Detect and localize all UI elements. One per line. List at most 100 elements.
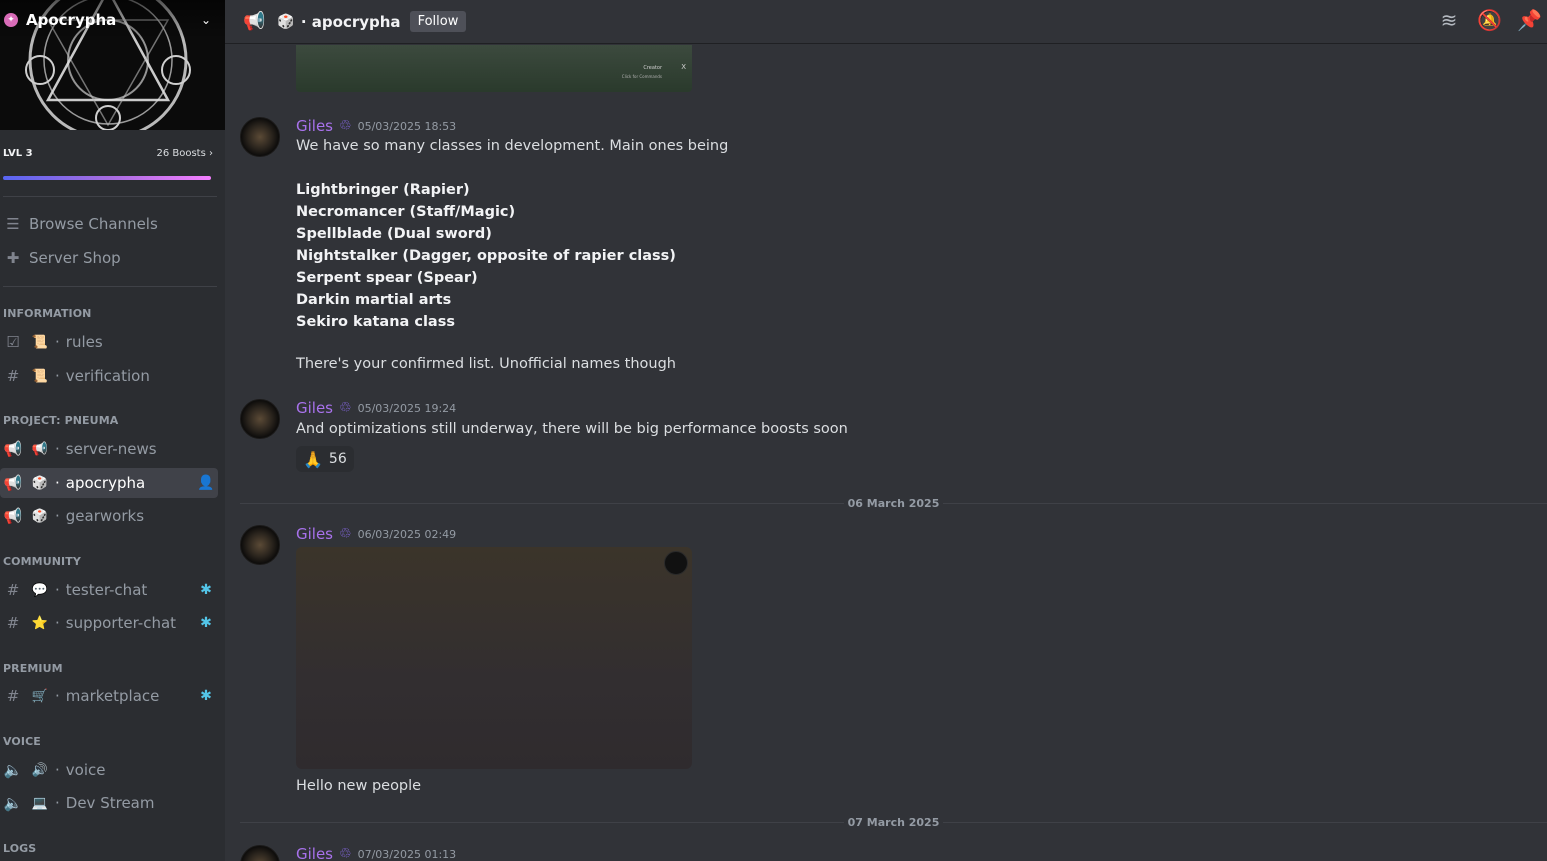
channel-apocrypha[interactable]: 📢 🎲 · apocrypha 👤 bbox=[0, 468, 218, 498]
pray-icon: 🙏 bbox=[303, 449, 323, 469]
channel-name: marketplace bbox=[65, 687, 160, 705]
speaker-icon: 🔈 bbox=[3, 794, 23, 812]
message-text: Hello new people bbox=[296, 778, 422, 794]
author-name[interactable]: Giles bbox=[296, 117, 333, 135]
new-activity-icon: ✱ bbox=[200, 688, 212, 704]
server-shop[interactable]: ✚ Server Shop bbox=[3, 243, 218, 273]
rules-channel-icon: ☑ bbox=[6, 333, 20, 351]
timestamp: 07/03/2025 01:13 bbox=[357, 847, 457, 861]
message-header: Giles ♲ 05/03/2025 19:24 bbox=[296, 399, 456, 417]
channel-name: rules bbox=[65, 333, 103, 351]
channel-name: tester-chat bbox=[65, 581, 148, 599]
channel-name: gearworks bbox=[65, 507, 145, 525]
discord-window: ✦ Apocrypha ⌄ LVL 3 26 Boosts › ☰ Browse… bbox=[0, 0, 1547, 861]
channel-verification[interactable]: # 📜 · verification bbox=[0, 361, 218, 391]
channel-name: Dev Stream bbox=[65, 794, 155, 812]
category-information[interactable]: INFORMATION bbox=[3, 307, 92, 320]
browse-channels-icon: ☰ bbox=[6, 215, 20, 233]
media-control-icon[interactable] bbox=[664, 551, 688, 575]
channel-header: 📢 🎲 · apocrypha Follow ≋ 🔕 📌 bbox=[225, 0, 1547, 44]
channel-name: server-news bbox=[65, 440, 157, 458]
mute-icon[interactable]: 🔕 bbox=[1477, 8, 1502, 32]
avatar[interactable] bbox=[240, 399, 280, 439]
message-text: We have so many classes in development. … bbox=[296, 138, 729, 154]
channel-server-news[interactable]: 📢 📢 · server-news bbox=[0, 434, 218, 464]
author-name[interactable]: Giles bbox=[296, 845, 333, 861]
category-project[interactable]: PROJECT: PNEUMA bbox=[3, 414, 118, 427]
announcement-icon: 📢 bbox=[3, 440, 23, 458]
channel-rules[interactable]: ☑ 📜 · rules bbox=[0, 327, 218, 357]
channel-marketplace[interactable]: # 🛒 · marketplace ✱ bbox=[0, 681, 218, 711]
divider bbox=[3, 196, 217, 197]
image-attachment[interactable]: Creator Click for Commands X bbox=[296, 45, 692, 92]
boost-status[interactable]: LVL 3 26 Boosts › bbox=[3, 148, 213, 159]
announcement-icon: 📢 bbox=[3, 507, 23, 525]
message-header: Giles ♲ 06/03/2025 02:49 bbox=[296, 525, 456, 543]
channel-name: voice bbox=[65, 761, 106, 779]
category-logs[interactable]: LOGS bbox=[3, 842, 36, 855]
author-name[interactable]: Giles bbox=[296, 399, 333, 417]
follow-button[interactable]: Follow bbox=[409, 11, 467, 32]
server-header[interactable]: ✦ Apocrypha ⌄ bbox=[0, 0, 225, 40]
channel-voice[interactable]: 🔈 🔊 · voice bbox=[0, 755, 218, 785]
message-list[interactable]: Creator Click for Commands X Giles ♲ 05/… bbox=[225, 45, 1547, 861]
server-name: Apocrypha bbox=[26, 11, 117, 29]
image-attachment[interactable] bbox=[296, 547, 692, 769]
add-member-icon[interactable]: 👤 bbox=[194, 475, 218, 491]
channel-name: supporter-chat bbox=[65, 614, 177, 632]
reaction-button[interactable]: 🙏 56 bbox=[296, 446, 354, 472]
hash-icon: # bbox=[6, 581, 20, 599]
new-activity-icon: ✱ bbox=[200, 615, 212, 631]
channel-name: apocrypha bbox=[65, 474, 146, 492]
threads-icon[interactable]: ≋ bbox=[1437, 8, 1461, 32]
channel-dev-stream[interactable]: 🔈 💻 · Dev Stream bbox=[0, 788, 218, 818]
hash-icon: # bbox=[6, 687, 20, 705]
server-shop-label: Server Shop bbox=[29, 249, 121, 267]
date-divider: 07 March 2025 bbox=[240, 816, 1547, 829]
browse-channels[interactable]: ☰ Browse Channels bbox=[3, 209, 218, 239]
role-badge-icon: ♲ bbox=[339, 526, 352, 542]
boost-count: 26 Boosts bbox=[156, 148, 206, 159]
speaker-icon: 🔈 bbox=[3, 761, 23, 779]
avatar[interactable] bbox=[240, 117, 280, 157]
channel-tester-chat[interactable]: # 💬 · tester-chat ✱ bbox=[0, 575, 218, 605]
boost-progress-bar bbox=[3, 176, 211, 180]
server-banner[interactable]: ✦ Apocrypha ⌄ bbox=[0, 0, 225, 130]
timestamp: 06/03/2025 02:49 bbox=[357, 527, 457, 541]
channel-title: apocrypha bbox=[311, 12, 401, 31]
channel-sidebar: ✦ Apocrypha ⌄ LVL 3 26 Boosts › ☰ Browse… bbox=[0, 0, 225, 861]
header-toolbar: ≋ 🔕 📌 bbox=[1437, 8, 1542, 32]
message-text: And optimizations still underway, there … bbox=[296, 421, 848, 437]
hash-icon: # bbox=[6, 367, 20, 385]
channel-emoji: 🎲 bbox=[277, 13, 295, 30]
role-badge-icon: ♲ bbox=[339, 400, 352, 416]
message-header: Giles ♲ 07/03/2025 01:13 bbox=[296, 845, 456, 861]
reaction-count: 56 bbox=[328, 451, 347, 467]
date-divider: 06 March 2025 bbox=[240, 497, 1547, 510]
divider bbox=[3, 286, 217, 287]
timestamp: 05/03/2025 19:24 bbox=[357, 401, 457, 415]
class-list: Lightbringer (Rapier) Necromancer (Staff… bbox=[296, 182, 676, 330]
channel-gearworks[interactable]: 📢 🎲 · gearworks bbox=[0, 501, 218, 531]
message-header: Giles ♲ 05/03/2025 18:53 bbox=[296, 117, 456, 135]
role-badge-icon: ♲ bbox=[339, 118, 352, 134]
category-premium[interactable]: PREMIUM bbox=[3, 662, 63, 675]
avatar[interactable] bbox=[240, 525, 280, 565]
server-icon: ✦ bbox=[4, 13, 18, 27]
category-community[interactable]: COMMUNITY bbox=[3, 555, 81, 568]
announcement-icon: 📢 bbox=[3, 474, 23, 492]
avatar[interactable] bbox=[240, 845, 280, 861]
server-level: LVL 3 bbox=[3, 148, 33, 159]
announcement-icon: 📢 bbox=[243, 11, 266, 32]
shop-icon: ✚ bbox=[6, 249, 20, 267]
author-name[interactable]: Giles bbox=[296, 525, 333, 543]
category-voice[interactable]: VOICE bbox=[3, 735, 41, 748]
channel-name: verification bbox=[65, 367, 150, 385]
chevron-down-icon[interactable]: ⌄ bbox=[201, 13, 225, 27]
channel-supporter-chat[interactable]: # ⭐ · supporter-chat ✱ bbox=[0, 608, 218, 638]
hash-icon: # bbox=[6, 614, 20, 632]
new-activity-icon: ✱ bbox=[200, 582, 212, 598]
timestamp: 05/03/2025 18:53 bbox=[357, 119, 457, 133]
pin-icon[interactable]: 📌 bbox=[1517, 8, 1542, 32]
message-text: There's your confirmed list. Unofficial … bbox=[296, 356, 676, 372]
